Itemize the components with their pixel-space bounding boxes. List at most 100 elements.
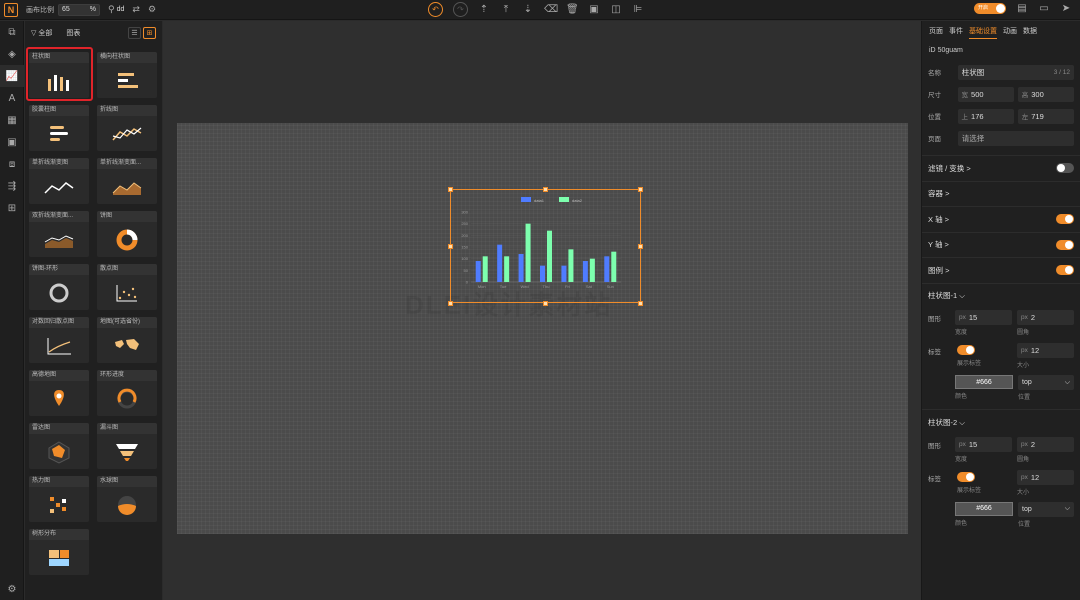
chart-card[interactable]: 高德地图 <box>29 370 89 416</box>
y-tick-label: 300 <box>461 210 468 215</box>
resize-handle[interactable] <box>638 244 643 249</box>
components-icon[interactable]: ⧉ <box>0 21 24 43</box>
tab-animation[interactable]: 动画 <box>1003 26 1017 39</box>
y-axis-switch[interactable] <box>1056 239 1074 250</box>
bar2-label-switch[interactable] <box>956 471 975 482</box>
height-field[interactable]: 高 300 <box>1017 86 1074 102</box>
chart-icon[interactable]: 📈 <box>0 65 24 87</box>
mode-toggle[interactable]: 开启 <box>974 3 1006 14</box>
chart-card-label: 漏斗图 <box>97 423 157 434</box>
chart-card[interactable]: 散点图 <box>97 264 157 310</box>
chart-card[interactable]: 折线图 <box>97 105 157 151</box>
section-container[interactable]: 容器 > <box>922 180 1080 207</box>
help-icon[interactable]: ⚙ <box>0 578 24 600</box>
move-down-icon[interactable]: ⇣ <box>522 4 534 15</box>
ungroup-icon[interactable]: ◫ <box>610 4 622 15</box>
section-y-axis[interactable]: Y 轴 > <box>922 231 1080 258</box>
bar2-radius-field[interactable]: px 2 <box>1017 436 1074 452</box>
move-top-icon[interactable]: ⤒ <box>500 4 512 15</box>
save-icon[interactable]: ▤ <box>1016 3 1028 14</box>
redo-icon[interactable]: ↷ <box>453 2 468 17</box>
top-field[interactable]: 上 176 <box>957 108 1014 124</box>
x-tick-label: Fri <box>565 284 570 289</box>
filter-switch[interactable] <box>1056 163 1074 174</box>
section-filter[interactable]: 滤镜 / 变换 > <box>922 155 1080 181</box>
tab-data[interactable]: 数据 <box>1023 26 1037 39</box>
user-icon[interactable]: ⚲ <box>108 4 115 15</box>
chart-card[interactable]: 双折线渐变面... <box>29 211 89 257</box>
layers-icon[interactable]: ◈ <box>0 43 24 65</box>
tab-events[interactable]: 事件 <box>949 26 963 39</box>
tab-basic-settings[interactable]: 基础设置 <box>969 26 997 39</box>
widget-icon[interactable]: ⧈ <box>0 153 24 175</box>
name-field[interactable]: 柱状图 3 / 12 <box>957 64 1074 80</box>
chart-card[interactable]: 胶囊柱图 <box>29 105 89 151</box>
chart-card[interactable]: 漏斗图 <box>97 423 157 469</box>
resize-handle[interactable] <box>543 301 548 306</box>
list-view-icon[interactable]: ☰ <box>128 27 141 39</box>
left-field[interactable]: 左 719 <box>1017 108 1074 124</box>
resize-handle[interactable] <box>448 244 453 249</box>
bar2-font-size-field[interactable]: px 12 <box>1017 469 1074 485</box>
section-legend[interactable]: 图例 > <box>922 257 1080 283</box>
tab-page[interactable]: 页面 <box>929 26 943 39</box>
bar1-label-switch[interactable] <box>956 345 975 355</box>
chart-card[interactable]: 环形进度 <box>97 370 157 416</box>
clear-icon[interactable]: ⌫ <box>544 4 558 15</box>
table-icon[interactable]: ▦ <box>0 109 24 131</box>
chart-card[interactable]: 雷达图 <box>29 423 89 469</box>
artboard[interactable] <box>177 123 908 534</box>
grid-view-icon[interactable]: ⊞ <box>143 27 156 39</box>
bar2-width-field[interactable]: px 15 <box>955 436 1012 452</box>
chart-card[interactable]: 地图(可选省份) <box>97 317 157 363</box>
delete-icon[interactable]: 🗑 <box>566 4 579 15</box>
settings-icon[interactable]: ⚙ <box>148 4 156 15</box>
resize-handle[interactable] <box>638 187 643 192</box>
user-name[interactable]: dd <box>117 6 125 13</box>
resize-handle[interactable] <box>448 187 453 192</box>
filter-dropdown[interactable]: ▽ 全部 <box>31 28 52 38</box>
swap-icon[interactable]: ⇄ <box>132 4 140 15</box>
bar-series-2 <box>589 258 595 282</box>
y-tick-label: 250 <box>461 221 468 226</box>
media-icon[interactable]: ▣ <box>0 131 24 153</box>
zoom-input[interactable]: 65 % <box>58 3 100 16</box>
bar1-color-picker[interactable]: #666 <box>955 375 1013 389</box>
chart-card[interactable]: 横向柱状图 <box>97 52 157 98</box>
width-field[interactable]: 宽 500 <box>957 86 1014 102</box>
legend-switch[interactable] <box>1056 265 1074 276</box>
align-icon[interactable]: ⊫ <box>632 4 644 15</box>
chart-card[interactable]: 单折线渐变面... <box>97 158 157 204</box>
x-tick-label: Tue <box>500 284 508 289</box>
chart-card[interactable]: 树形分布 <box>29 529 89 575</box>
bar1-width-field[interactable]: px 15 <box>955 310 1012 325</box>
bar1-radius-field[interactable]: px 2 <box>1017 310 1074 325</box>
stamp-icon[interactable]: ⊞ <box>0 197 24 219</box>
bar2-position-select[interactable]: top ⌵ <box>1018 501 1074 517</box>
move-up-icon[interactable]: ⇡ <box>478 4 490 15</box>
chart-card[interactable]: 单折线渐变图 <box>29 158 89 204</box>
section-x-axis[interactable]: X 轴 > <box>922 206 1080 232</box>
resize-handle[interactable] <box>448 301 453 306</box>
group-icon[interactable]: ▣ <box>588 4 600 15</box>
chart-card[interactable]: 热力图 <box>29 476 89 522</box>
resize-handle[interactable] <box>543 187 548 192</box>
page-select[interactable]: 请选择 <box>957 130 1074 146</box>
resize-handle[interactable] <box>638 301 643 306</box>
section-bar-2[interactable]: 柱状图-2 ⌵ <box>922 409 1080 435</box>
bar2-color-picker[interactable]: #666 <box>955 501 1013 516</box>
chart-card[interactable]: 饼图 <box>97 211 157 257</box>
chart-card[interactable]: 对数回归散点图 <box>29 317 89 363</box>
publish-icon[interactable]: ➤ <box>1060 3 1072 14</box>
text-icon[interactable]: A <box>0 87 24 109</box>
bar1-font-size-field[interactable]: px 12 <box>1017 343 1074 358</box>
chart-card[interactable]: 水球图 <box>97 476 157 522</box>
section-bar-1[interactable]: 柱状图-1 ⌵ <box>922 282 1080 309</box>
flow-icon[interactable]: ⇶ <box>0 175 24 197</box>
selected-chart[interactable]: data1 data2 300 250 200 150 100 50 0 Mon Tue Wed Thu… <box>450 189 641 303</box>
undo-icon[interactable]: ↶ <box>428 2 443 17</box>
chart-card[interactable]: 饼图-环形 <box>29 264 89 310</box>
x-axis-switch[interactable] <box>1056 214 1074 225</box>
preview-icon[interactable]: ▭ <box>1038 3 1050 14</box>
bar1-position-select[interactable]: top ⌵ <box>1018 375 1074 390</box>
